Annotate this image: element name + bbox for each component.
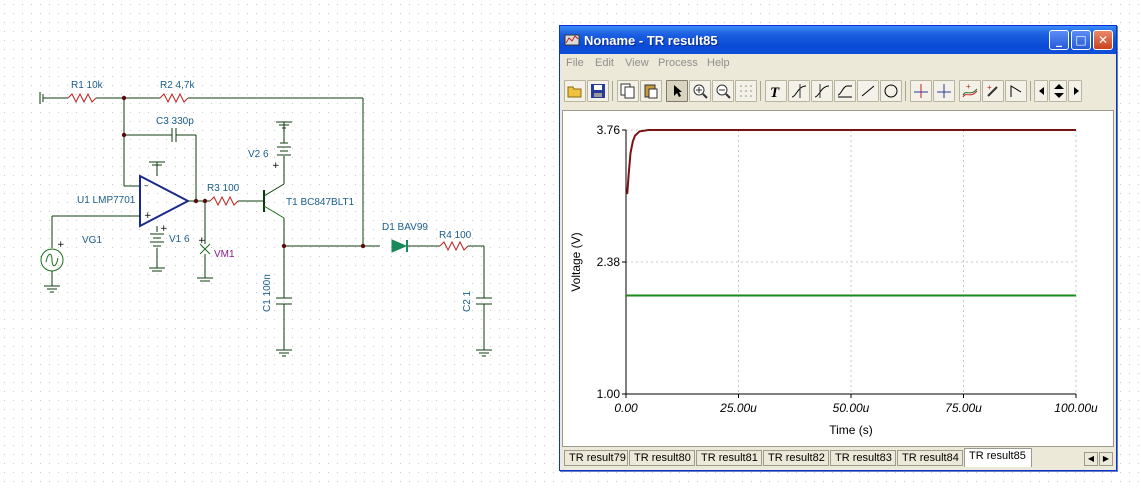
line-icon[interactable] [857, 80, 879, 102]
zoom-out-icon[interactable] [712, 80, 734, 102]
y-axis-label: Voltage (V) [569, 232, 583, 291]
y-tick-label: 3.76 [597, 123, 621, 137]
nav-right-icon[interactable] [1068, 80, 1082, 102]
label-r3: R3 100 [207, 183, 240, 194]
add-curve-icon[interactable]: + [959, 80, 981, 102]
label-v1: V1 6 [169, 234, 190, 245]
svg-text:+: + [272, 161, 280, 171]
svg-text:+: + [57, 240, 65, 250]
window-title: Noname - TR result85 [584, 33, 718, 48]
menu-edit[interactable]: Edit [595, 57, 614, 69]
x-tick-label: 25.00u [719, 401, 757, 415]
x-tick-label: 0.00 [614, 401, 638, 415]
minimize-button[interactable]: _ [1049, 30, 1069, 50]
tab-tr-result85[interactable]: TR result85 [964, 448, 1032, 467]
tabs-scroll-right-icon[interactable]: ▶ [1099, 452, 1113, 466]
label-c1: C1 100n [262, 274, 273, 312]
nav-updown-icon[interactable] [1049, 80, 1067, 102]
label-d1: D1 BAV99 [382, 222, 428, 233]
label-r4: R4 100 [439, 230, 472, 241]
maximize-button[interactable]: □ [1071, 30, 1091, 50]
app-icon [564, 34, 580, 46]
cursor-b-icon[interactable] [811, 80, 833, 102]
svg-text:T: T [770, 85, 780, 99]
title-bar[interactable]: Noname - TR result85 _ □ ✕ [560, 26, 1116, 54]
menu-process[interactable]: Process [658, 57, 698, 69]
label-vm1: VM1 [214, 249, 235, 260]
result-window: Noname - TR result85 _ □ ✕ File Edit Vie… [559, 25, 1117, 471]
tab-tr-result79[interactable]: TR result79 [564, 450, 628, 466]
svg-text:+: + [987, 83, 992, 92]
text-tool-icon[interactable]: T [765, 80, 787, 102]
zoom-in-icon[interactable] [689, 80, 711, 102]
label-r2: R2 4,7k [160, 80, 195, 91]
label-v2: V2 6 [248, 149, 269, 160]
x-tick-label: 50.00u [833, 401, 870, 415]
tab-tr-result80[interactable]: TR result80 [629, 450, 695, 466]
svg-text:–: – [144, 181, 149, 191]
menu-file[interactable]: File [566, 57, 584, 69]
paste-icon[interactable] [640, 80, 662, 102]
tab-tr-result84[interactable]: TR result84 [897, 450, 963, 466]
nav-left-icon[interactable] [1034, 80, 1048, 102]
svg-text:+: + [144, 211, 152, 221]
x-tick-label: 100.00u [1054, 401, 1098, 415]
label-c2: C2 1 [462, 290, 473, 312]
copy-icon[interactable] [617, 80, 639, 102]
y-tick-label: 2.38 [597, 255, 621, 269]
label-r1: R1 10k [71, 80, 104, 91]
tab-tr-result82[interactable]: TR result82 [763, 450, 829, 466]
tabs-scroll-left-icon[interactable]: ◀ [1084, 452, 1098, 466]
x-axis-label: Time (s) [829, 423, 873, 437]
svg-text:+: + [966, 83, 971, 91]
close-button[interactable]: ✕ [1093, 30, 1113, 50]
pointer-icon[interactable] [666, 80, 688, 102]
voltage-chart: 3.76 2.38 1.000.00 25.00u 50.00u 75.00u 100.00… [569, 123, 1098, 437]
tab-tr-result81[interactable]: TR result81 [696, 450, 762, 466]
cursor-a-icon[interactable] [788, 80, 810, 102]
plot-area[interactable]: 3.76 2.38 1.00 0.00 25.00u 50.00u 75.00u 100.00… [562, 110, 1114, 447]
menu-view[interactable]: View [625, 57, 649, 69]
label-t1: T1 BC847BLT1 [286, 197, 355, 208]
open-folder-icon[interactable] [564, 80, 586, 102]
x-tick-label: 75.00u [945, 401, 982, 415]
grid-icon[interactable] [735, 80, 757, 102]
svg-text:+: + [198, 236, 206, 246]
result-tabs: TR result79 TR result80 TR result81 TR r… [562, 448, 1114, 468]
svg-text:+: + [160, 224, 168, 234]
menu-help[interactable]: Help [707, 57, 730, 69]
y-tick-label: 1.00 [597, 387, 621, 401]
label-vg1: VG1 [82, 235, 102, 246]
label-c3: C3 330p [156, 116, 194, 127]
curve-icon[interactable] [834, 80, 856, 102]
label-u1: U1 LMP7701 [77, 195, 136, 206]
flag-icon[interactable] [1005, 80, 1027, 102]
toolbar: T + + [562, 78, 1114, 108]
circuit-schematic: R1 10k R2 4,7k C3 330p V2 6 U1 LMP7701 R… [39, 80, 492, 357]
marker-a-icon[interactable] [910, 80, 932, 102]
save-icon[interactable] [587, 80, 609, 102]
tab-tr-result83[interactable]: TR result83 [830, 450, 896, 466]
circle-icon[interactable] [880, 80, 902, 102]
probe-icon[interactable]: + [982, 80, 1004, 102]
menu-bar: File Edit View Process Help [560, 54, 1116, 74]
marker-b-icon[interactable] [933, 80, 955, 102]
